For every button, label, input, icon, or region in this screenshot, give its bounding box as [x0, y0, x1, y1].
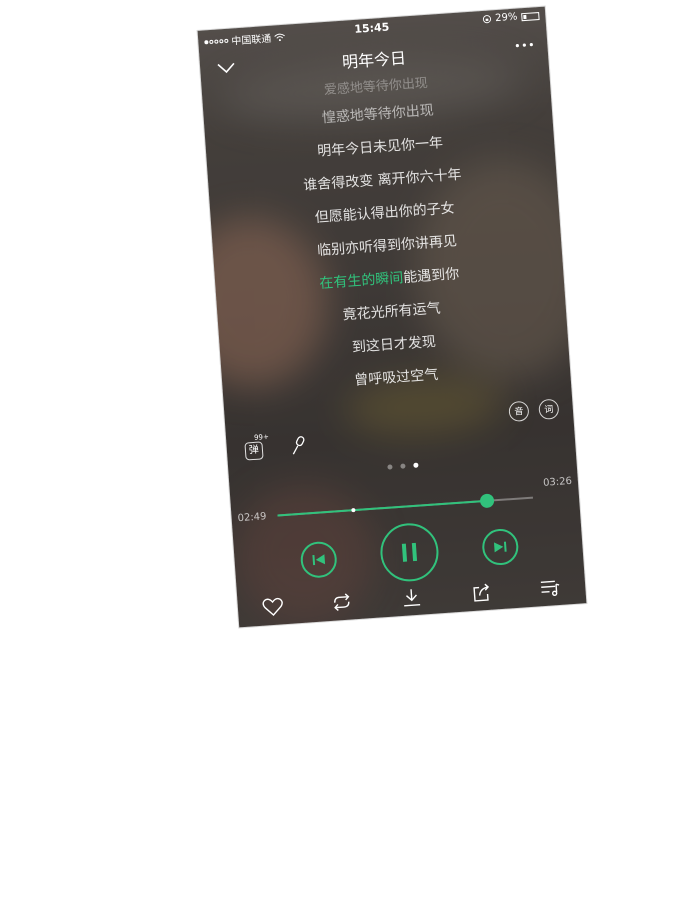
current-time: 02:49 [237, 511, 267, 525]
stage: 中国联通 15:45 29% 明年今日 爱感地等待你出现 惶惑地等待你出现 明年… [0, 0, 700, 900]
battery-icon [521, 11, 540, 21]
repeat-icon [334, 593, 350, 611]
page-dot [386, 464, 393, 470]
page-dot [399, 463, 406, 469]
pause-icon [401, 542, 418, 562]
playlist-icon [540, 580, 560, 597]
danmaku-label: 弹 [244, 441, 264, 461]
page-dot [412, 462, 419, 468]
lyrics-panel[interactable]: 爱感地等待你出现 惶惑地等待你出现 明年今日未见你一年 谁舍得改变 离开你六十年… [202, 64, 571, 406]
repeat-button[interactable] [330, 590, 353, 613]
lyrics-button[interactable]: 词 [538, 398, 560, 420]
download-button[interactable] [400, 586, 423, 609]
progress-played [277, 499, 488, 517]
share-icon [472, 583, 489, 602]
current-lyric-rest: 能遇到你 [402, 266, 460, 287]
sound-quality-button[interactable]: 音 [508, 400, 530, 423]
lyric-tools: 音 词 [508, 398, 560, 423]
battery-fill [523, 14, 527, 19]
skip-next-icon [493, 541, 507, 553]
left-tools: 弹 99+ [244, 433, 309, 461]
pause-button[interactable] [378, 521, 441, 584]
favorite-button[interactable] [261, 595, 284, 618]
progress-knob[interactable] [479, 493, 495, 509]
current-lyric-played: 在有生的瞬间 [318, 270, 404, 292]
skip-previous-icon [312, 554, 326, 566]
phone-screen: 中国联通 15:45 29% 明年今日 爱感地等待你出现 惶惑地等待你出现 明年… [197, 6, 587, 628]
share-button[interactable] [469, 581, 492, 604]
battery-percent: 29% [494, 11, 518, 25]
download-icon [404, 589, 421, 607]
playlist-button[interactable] [539, 576, 562, 599]
danmaku-button[interactable]: 弹 99+ [244, 433, 269, 461]
danmaku-badge: 99+ [253, 432, 270, 442]
more-dots-icon[interactable] [513, 37, 536, 53]
next-button[interactable] [481, 527, 520, 567]
microphone-icon[interactable] [288, 434, 309, 457]
rotation-lock-icon [482, 15, 491, 24]
total-time: 03:26 [542, 475, 573, 489]
previous-button[interactable] [299, 540, 338, 579]
heart-icon [262, 597, 283, 616]
progress-marker [351, 508, 356, 513]
